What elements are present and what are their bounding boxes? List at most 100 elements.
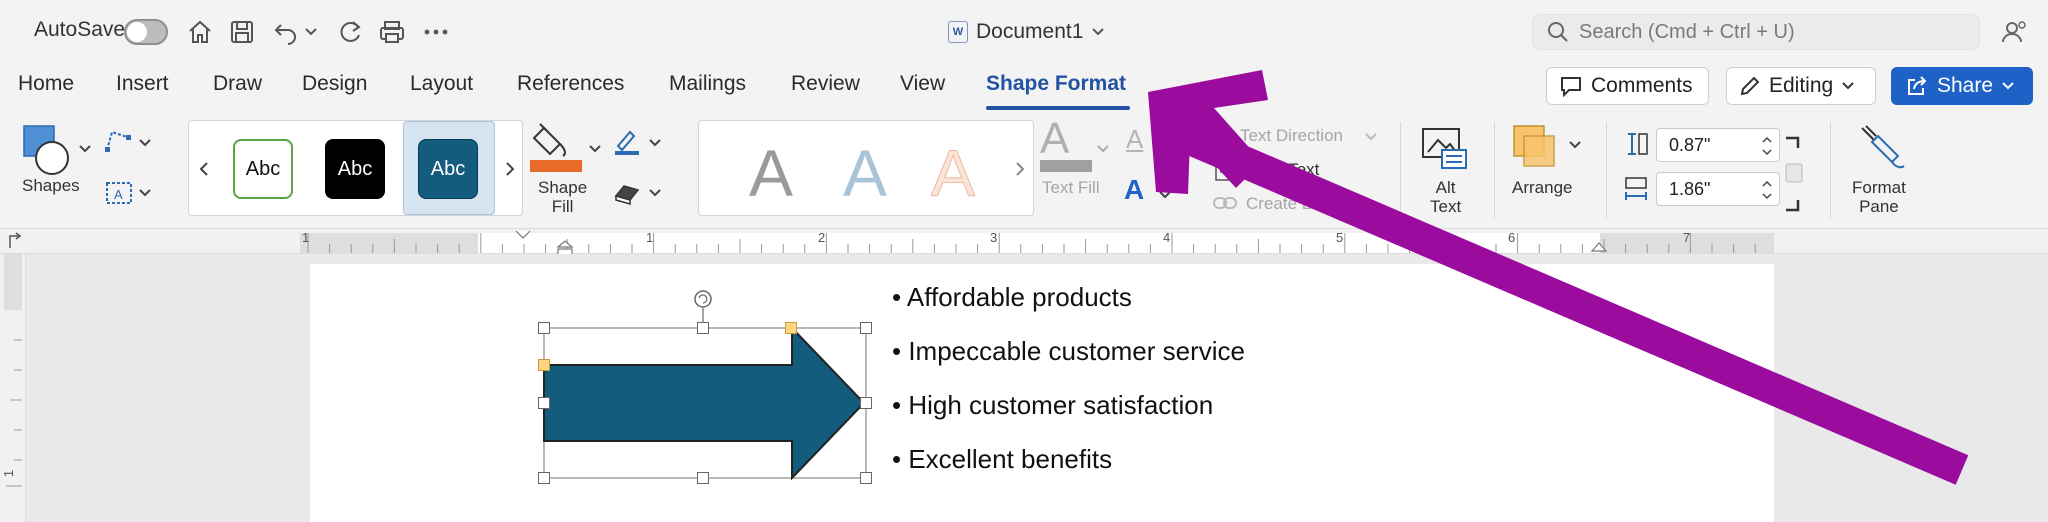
rotate-handle-icon[interactable]	[694, 290, 712, 308]
alt-text-icon[interactable]	[1420, 126, 1470, 170]
list-item[interactable]: • Excellent benefits	[892, 444, 1112, 475]
document-canvas: 1 • Affordable products • Impeccable cus…	[0, 254, 2048, 522]
text-direction-label[interactable]: Text Direction	[1240, 126, 1343, 145]
share-icon	[1908, 76, 1927, 95]
list-item-text: Affordable products	[906, 282, 1132, 312]
resize-handle-n[interactable]	[697, 322, 709, 334]
shape-fill-line2: Fill	[551, 197, 574, 216]
user-icon[interactable]	[1996, 14, 2032, 50]
comments-button[interactable]: Comments	[1546, 67, 1709, 105]
vertical-ruler[interactable]: 1	[0, 254, 26, 522]
print-icon[interactable]	[374, 14, 410, 50]
svg-text:A: A	[114, 187, 123, 202]
format-pane-brush-icon[interactable]	[1856, 122, 1906, 172]
tab-insert[interactable]: Insert	[116, 72, 169, 96]
shape-outline-pen-icon[interactable]	[612, 126, 642, 156]
comments-label: Comments	[1591, 74, 1693, 97]
create-link-label[interactable]: Create Link	[1246, 194, 1333, 213]
align-text-icon[interactable]	[1214, 160, 1236, 182]
home-icon[interactable]	[182, 14, 218, 50]
stepper-icon[interactable]	[1761, 178, 1773, 202]
shape-style-teal[interactable]: Abc	[418, 139, 478, 199]
resize-handle-nw[interactable]	[538, 322, 550, 334]
chevron-down-icon[interactable]	[648, 188, 662, 198]
wordart-style-gray[interactable]: A	[749, 135, 793, 211]
tab-view[interactable]: View	[900, 72, 945, 96]
tab-home[interactable]: Home	[18, 72, 74, 96]
tab-shape-format[interactable]: Shape Format	[986, 72, 1126, 96]
chevron-down-icon[interactable]	[1158, 190, 1172, 200]
document-title[interactable]: W Document1	[948, 14, 1105, 50]
shape-height-input[interactable]: 0.87"	[1656, 128, 1780, 162]
chevron-down-icon[interactable]	[138, 188, 152, 198]
chevron-down-icon[interactable]	[588, 144, 602, 154]
undo-dropdown-chevron-icon[interactable]	[300, 14, 322, 50]
chevron-down-icon[interactable]	[138, 138, 152, 148]
lock-aspect-ratio-icon[interactable]	[1782, 134, 1806, 214]
text-outline-icon[interactable]: A	[1126, 124, 1143, 155]
chevron-right-icon[interactable]	[1015, 161, 1025, 177]
format-pane-line1: Format	[1852, 178, 1906, 197]
tab-stop-icon[interactable]	[6, 232, 22, 250]
tab-layout[interactable]: Layout	[410, 72, 473, 96]
search-input[interactable]: Search (Cmd + Ctrl + U)	[1532, 14, 1980, 50]
tab-draw[interactable]: Draw	[213, 72, 262, 96]
resize-handle-se[interactable]	[860, 472, 872, 484]
shapes-icon[interactable]	[20, 122, 78, 178]
arrange-label: Arrange	[1512, 178, 1573, 197]
right-indent-marker-icon[interactable]	[1590, 239, 1608, 253]
chevron-down-icon[interactable]	[1096, 144, 1110, 154]
undo-icon[interactable]	[268, 14, 304, 50]
wordart-style-blue[interactable]: A	[843, 135, 887, 211]
shape-width-input[interactable]: 1.86"	[1656, 172, 1780, 206]
edit-shape-icon[interactable]	[104, 128, 134, 154]
chevron-right-icon[interactable]	[505, 161, 515, 177]
chevron-left-icon[interactable]	[199, 161, 209, 177]
share-button[interactable]: Share	[1891, 67, 2033, 105]
text-fill-icon[interactable]: A	[1040, 114, 1069, 164]
link-icon[interactable]	[1212, 194, 1238, 212]
arrange-icon[interactable]	[1510, 122, 1560, 172]
tab-design[interactable]: Design	[302, 72, 367, 96]
pencil-icon	[1740, 76, 1760, 96]
list-item[interactable]: • Impeccable customer service	[892, 336, 1245, 367]
text-box-icon[interactable]: A	[104, 180, 134, 206]
list-item[interactable]: • Affordable products	[892, 282, 1132, 313]
shape-style-black[interactable]: Abc	[325, 139, 385, 199]
chevron-down-icon[interactable]	[1156, 136, 1170, 146]
tab-mailings[interactable]: Mailings	[669, 72, 746, 96]
ruler-number: 7	[1683, 230, 1691, 245]
document-name: Document1	[976, 20, 1084, 43]
resize-handle-s[interactable]	[697, 472, 709, 484]
shape-height-value: 0.87"	[1669, 134, 1711, 155]
list-item[interactable]: • High customer satisfaction	[892, 390, 1213, 421]
chevron-down-icon[interactable]	[648, 138, 662, 148]
adjust-handle-head[interactable]	[785, 322, 797, 334]
shape-effects-icon[interactable]	[612, 180, 642, 206]
arrow-shape[interactable]	[530, 284, 880, 522]
wordart-style-peach[interactable]: A	[930, 135, 975, 211]
resize-handle-e[interactable]	[860, 397, 872, 409]
tab-review[interactable]: Review	[791, 72, 860, 96]
tab-references[interactable]: References	[517, 72, 624, 96]
autosave-toggle[interactable]	[124, 19, 168, 45]
text-effects-icon[interactable]: A	[1124, 174, 1144, 206]
resize-handle-ne[interactable]	[860, 322, 872, 334]
indent-marker-icon[interactable]	[512, 229, 534, 255]
chevron-down-icon[interactable]	[1364, 132, 1378, 142]
redo-icon[interactable]	[332, 14, 368, 50]
more-icon[interactable]	[418, 14, 454, 50]
stepper-icon[interactable]	[1761, 134, 1773, 158]
align-text-label[interactable]: Align Text	[1246, 160, 1319, 179]
resize-handle-w[interactable]	[538, 397, 550, 409]
chevron-down-icon[interactable]	[1568, 140, 1582, 150]
editing-mode-button[interactable]: Editing	[1726, 67, 1876, 105]
shape-style-outline-green[interactable]: Abc	[233, 139, 293, 199]
horizontal-ruler[interactable]: 1 1 2 3 4 5 6 7	[0, 228, 2048, 256]
text-direction-icon[interactable]	[1214, 126, 1236, 146]
adjust-handle-shaft[interactable]	[538, 359, 550, 371]
save-icon[interactable]	[224, 14, 260, 50]
resize-handle-sw[interactable]	[538, 472, 550, 484]
list-item-text: Excellent benefits	[908, 444, 1113, 474]
chevron-down-icon[interactable]	[78, 144, 92, 154]
